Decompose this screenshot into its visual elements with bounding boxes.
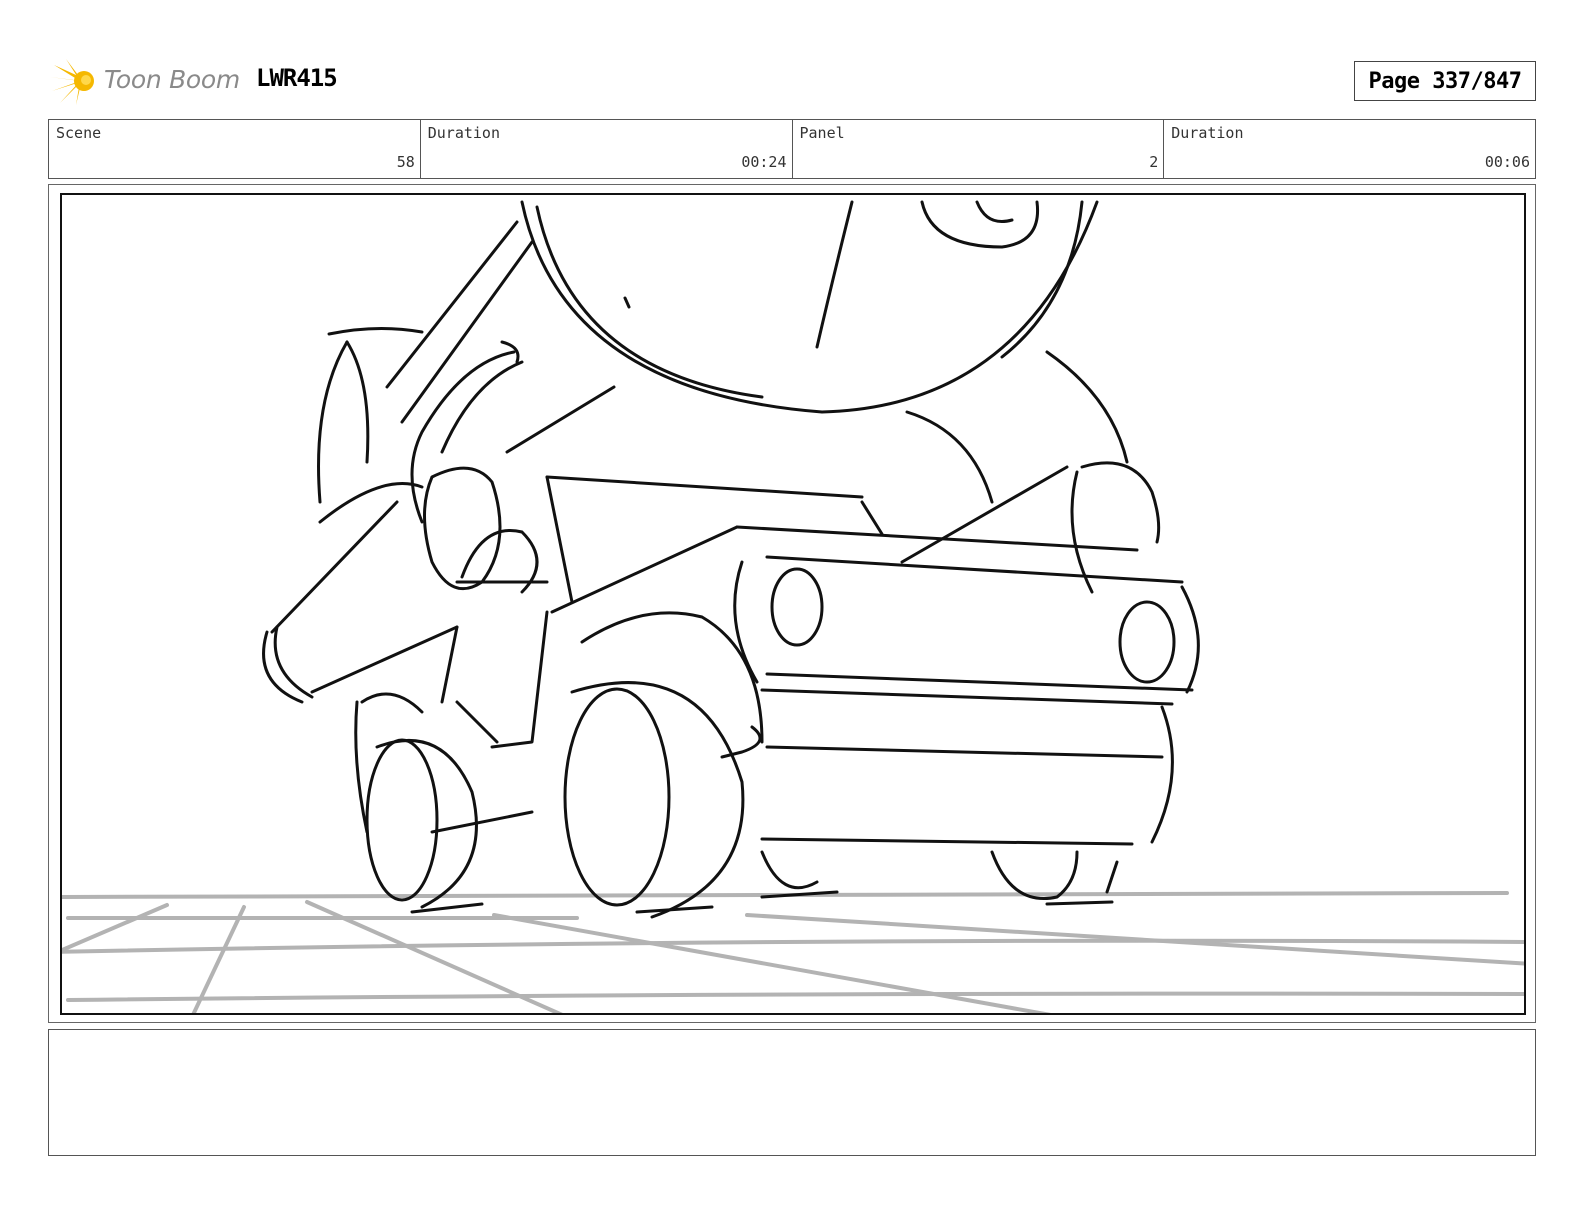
scene-duration-value: 00:24: [741, 153, 787, 171]
scene-duration-label: Duration: [427, 124, 500, 142]
floor-grid: [62, 891, 1524, 1013]
storyboard-drawing-area: [60, 193, 1526, 1015]
scene-value: 58: [396, 153, 415, 171]
panel-value: 2: [1149, 153, 1159, 171]
vehicle-linework: [262, 200, 1200, 919]
scene-duration-cell: Duration 00:24: [421, 120, 793, 178]
vehicle-sketch: [62, 200, 1524, 1013]
panel-duration-label: Duration: [1171, 124, 1244, 142]
starburst-icon: [50, 59, 94, 105]
logo-wordmark: Toon Boom: [104, 65, 240, 94]
panel-info-row: Scene 58 Duration 00:24 Panel 2 Duration…: [48, 119, 1536, 179]
scene-label: Scene: [56, 124, 102, 142]
toon-boom-logo: Toon Boom: [50, 55, 240, 107]
caption-box: [48, 1029, 1536, 1156]
panel-duration-value: 00:06: [1484, 153, 1530, 171]
panel-label: Panel: [799, 124, 845, 142]
panel-cell: Panel 2: [793, 120, 1165, 178]
page-indicator: Page 337/847: [1354, 61, 1536, 101]
panel-duration-cell: Duration 00:06: [1164, 120, 1535, 178]
project-code: LWR415: [256, 64, 338, 92]
scene-cell: Scene 58: [49, 120, 421, 178]
